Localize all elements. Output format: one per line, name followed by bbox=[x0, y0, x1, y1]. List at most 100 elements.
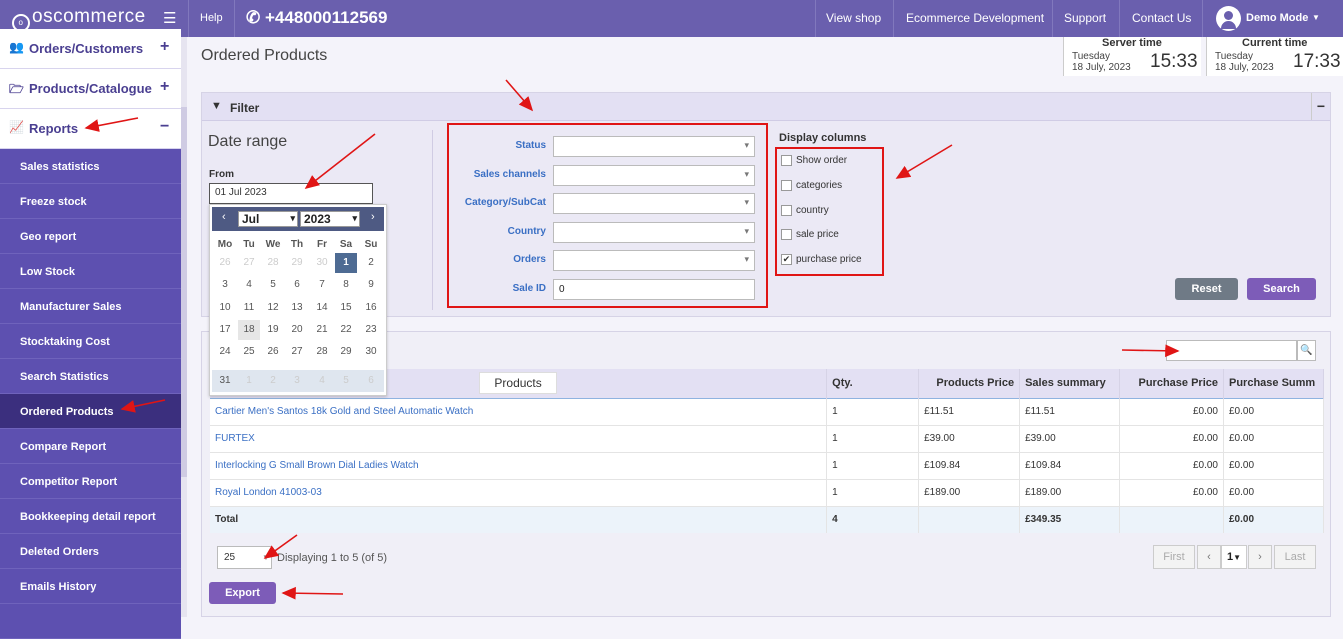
nav-support[interactable]: Support bbox=[1064, 11, 1106, 25]
sidebar-item-freeze-stock[interactable]: Freeze stock bbox=[0, 184, 181, 219]
scrollbar-thumb[interactable] bbox=[181, 107, 187, 477]
help-link[interactable]: Help bbox=[200, 12, 223, 24]
calendar-day[interactable]: 6 bbox=[360, 371, 382, 391]
user-avatar-icon[interactable] bbox=[1216, 6, 1241, 31]
table-row[interactable]: FURTEX 1 £39.00 £39.00 £0.00 £0.00 bbox=[210, 424, 1324, 452]
expand-icon[interactable]: + bbox=[160, 38, 169, 56]
calendar-day[interactable]: 21 bbox=[311, 320, 333, 340]
search-icon[interactable]: 🔍 bbox=[1297, 340, 1316, 361]
calendar-day[interactable]: 20 bbox=[286, 320, 308, 340]
menu-toggle-icon[interactable]: ☰ bbox=[163, 9, 176, 27]
sidebar-item-manufacturer-sales[interactable]: Manufacturer Sales bbox=[0, 289, 181, 324]
year-select[interactable]: 2023 ▾ bbox=[300, 211, 360, 227]
calendar-day[interactable]: 28 bbox=[262, 253, 284, 273]
checkbox[interactable] bbox=[781, 155, 792, 166]
calendar-day[interactable]: 5 bbox=[262, 275, 284, 295]
checkbox[interactable] bbox=[781, 180, 792, 191]
sidebar-item-more[interactable] bbox=[0, 604, 181, 639]
calendar-day[interactable]: 14 bbox=[311, 298, 333, 318]
orders-select[interactable] bbox=[553, 250, 755, 271]
month-select[interactable]: Jul ▾ bbox=[238, 211, 298, 227]
export-button[interactable]: Export bbox=[209, 582, 276, 604]
prev-page-icon[interactable]: ‹ bbox=[1197, 545, 1221, 569]
calendar-day[interactable]: 18 bbox=[238, 320, 260, 340]
expand-icon[interactable]: + bbox=[160, 78, 169, 96]
calendar-day[interactable]: 27 bbox=[286, 342, 308, 362]
user-menu[interactable]: Demo Mode bbox=[1246, 12, 1308, 24]
calendar-day[interactable]: 27 bbox=[238, 253, 260, 273]
calendar-day[interactable]: 30 bbox=[311, 253, 333, 273]
calendar-day[interactable]: 2 bbox=[360, 253, 382, 273]
calendar-day[interactable]: 1 bbox=[335, 253, 357, 273]
sidebar-item-compare-report[interactable]: Compare Report bbox=[0, 429, 181, 464]
nav-view-shop[interactable]: View shop bbox=[826, 11, 881, 25]
table-row[interactable]: Royal London 41003-03 1 £189.00 £189.00 … bbox=[210, 478, 1324, 506]
reset-button[interactable]: Reset bbox=[1175, 278, 1238, 300]
next-page-icon[interactable]: › bbox=[1248, 545, 1272, 569]
calendar-day[interactable]: 1 bbox=[238, 371, 260, 391]
calendar-day[interactable]: 10 bbox=[214, 298, 236, 318]
category-select[interactable] bbox=[553, 193, 755, 214]
last-page-button[interactable]: Last bbox=[1274, 545, 1316, 569]
sidebar-scrollbar[interactable] bbox=[181, 37, 187, 617]
column-header-qty[interactable]: Qty. bbox=[826, 369, 920, 398]
calendar-day[interactable]: 24 bbox=[214, 342, 236, 362]
calendar-day[interactable]: 9 bbox=[360, 275, 382, 295]
calendar-day[interactable]: 16 bbox=[360, 298, 382, 318]
search-button[interactable]: Search bbox=[1247, 278, 1316, 300]
sidebar-section-orders-customers[interactable]: 👥 Orders/Customers + bbox=[0, 29, 181, 69]
collapse-icon[interactable]: − bbox=[1311, 93, 1330, 120]
calendar-day[interactable]: 26 bbox=[262, 342, 284, 362]
column-header-sales-summary[interactable]: Sales summary bbox=[1019, 369, 1121, 398]
calendar-day[interactable]: 19 bbox=[262, 320, 284, 340]
calendar-day[interactable]: 3 bbox=[214, 275, 236, 295]
calendar-day[interactable]: 15 bbox=[335, 298, 357, 318]
table-row[interactable]: Interlocking G Small Brown Dial Ladies W… bbox=[210, 451, 1324, 479]
per-page-select[interactable]: 25 ▼ bbox=[217, 546, 272, 569]
checkbox-checked[interactable]: ✔ bbox=[781, 254, 792, 265]
column-header-purchase-price[interactable]: Purchase Price bbox=[1119, 369, 1224, 398]
phone-number[interactable]: ✆ +448000112569 bbox=[246, 8, 387, 28]
column-header-purchase-summ[interactable]: Purchase Summ bbox=[1223, 369, 1324, 398]
sidebar-item-geo-report[interactable]: Geo report bbox=[0, 219, 181, 254]
product-link[interactable]: FURTEX bbox=[210, 424, 828, 452]
prev-month-icon[interactable]: ‹ bbox=[222, 211, 226, 223]
calendar-day[interactable]: 25 bbox=[238, 342, 260, 362]
calendar-day[interactable]: 12 bbox=[262, 298, 284, 318]
from-date-input[interactable]: 01 Jul 2023 bbox=[209, 183, 373, 204]
calendar-day[interactable]: 6 bbox=[286, 275, 308, 295]
calendar-day[interactable]: 3 bbox=[286, 371, 308, 391]
table-row[interactable]: Cartier Men's Santos 18k Gold and Steel … bbox=[210, 397, 1324, 425]
table-search-input[interactable] bbox=[1166, 340, 1297, 361]
next-month-icon[interactable]: › bbox=[371, 211, 375, 223]
nav-contact-us[interactable]: Contact Us bbox=[1132, 11, 1191, 25]
calendar-day[interactable]: 11 bbox=[238, 298, 260, 318]
calendar-day[interactable]: 5 bbox=[335, 371, 357, 391]
calendar-day[interactable]: 2 bbox=[262, 371, 284, 391]
nav-ecommerce-development[interactable]: Ecommerce Development bbox=[906, 11, 1044, 25]
product-link[interactable]: Interlocking G Small Brown Dial Ladies W… bbox=[210, 451, 828, 479]
collapse-icon[interactable]: − bbox=[160, 118, 169, 136]
product-link[interactable]: Cartier Men's Santos 18k Gold and Steel … bbox=[210, 397, 828, 425]
column-header-products-price[interactable]: Products Price bbox=[918, 369, 1021, 398]
page-select[interactable]: 1▼ bbox=[1221, 545, 1247, 569]
sales-channels-select[interactable] bbox=[553, 165, 755, 186]
calendar-day[interactable]: 28 bbox=[311, 342, 333, 362]
calendar-day[interactable]: 8 bbox=[335, 275, 357, 295]
sidebar-section-products-catalogue[interactable]: 🗁 Products/Catalogue + bbox=[0, 69, 181, 109]
sidebar-item-emails-history[interactable]: Emails History bbox=[0, 569, 181, 604]
calendar-day[interactable]: 22 bbox=[335, 320, 357, 340]
calendar-day[interactable]: 29 bbox=[335, 342, 357, 362]
sidebar-item-low-stock[interactable]: Low Stock bbox=[0, 254, 181, 289]
calendar-day[interactable]: 17 bbox=[214, 320, 236, 340]
product-link[interactable]: Royal London 41003-03 bbox=[210, 478, 828, 506]
sidebar-item-stocktaking-cost[interactable]: Stocktaking Cost bbox=[0, 324, 181, 359]
sidebar-item-competitor-report[interactable]: Competitor Report bbox=[0, 464, 181, 499]
sidebar-item-deleted-orders[interactable]: Deleted Orders bbox=[0, 534, 181, 569]
first-page-button[interactable]: First bbox=[1153, 545, 1195, 569]
calendar-day[interactable]: 29 bbox=[286, 253, 308, 273]
sidebar-item-bookkeeping-detail-report[interactable]: Bookkeeping detail report bbox=[0, 499, 181, 534]
filter-header[interactable]: ▼ Filter − bbox=[202, 93, 1330, 121]
checkbox[interactable] bbox=[781, 205, 792, 216]
calendar-day[interactable]: 30 bbox=[360, 342, 382, 362]
